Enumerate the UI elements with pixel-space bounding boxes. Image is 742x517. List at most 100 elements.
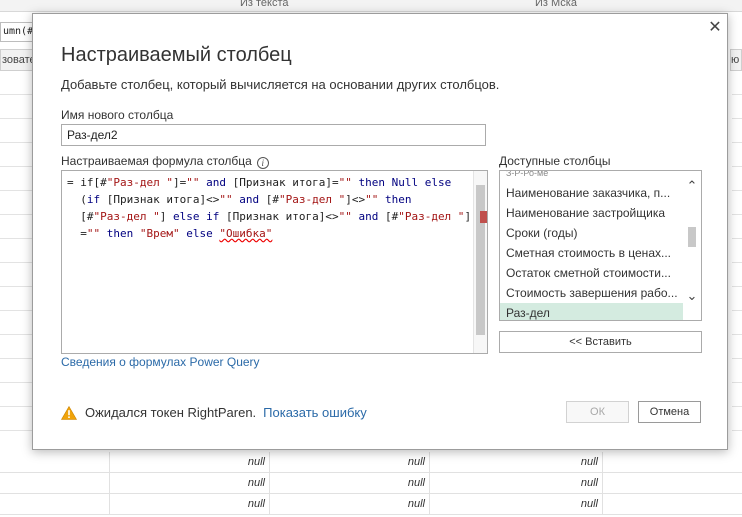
formula-bar-fragment[interactable]: umn(# <box>0 22 34 42</box>
formula-token: = <box>67 227 87 240</box>
formula-token: "" <box>86 227 101 240</box>
formula-help-link[interactable]: Сведения о формулах Power Query <box>61 355 260 369</box>
close-icon[interactable]: ✕ <box>705 18 725 38</box>
formula-token: ] <box>464 210 472 223</box>
formula-token: and <box>358 210 379 223</box>
list-item-partial[interactable]: З-Р-Ро-ме <box>500 171 683 183</box>
table-cell[interactable] <box>0 494 110 515</box>
formula-token: then <box>384 193 412 206</box>
grid-right <box>732 71 742 451</box>
formula-token: "" <box>338 176 352 189</box>
formula-token: [# <box>378 210 399 223</box>
formula-scrollbar[interactable] <box>473 171 487 353</box>
column-header-right[interactable]: ю <box>730 49 742 71</box>
formula-line[interactable]: [#"Раз-дел "] else if [Признак итога]<>"… <box>67 208 472 225</box>
formula-token: "" <box>219 193 233 206</box>
formula-token: if <box>206 210 220 223</box>
scroll-up-icon[interactable]: ⌃ <box>685 179 699 193</box>
error-token: "Ошибка" <box>219 227 273 240</box>
formula-token: "" <box>338 210 352 223</box>
formula-token: then <box>358 176 385 189</box>
table-cell[interactable]: null <box>110 494 270 515</box>
formula-label-text: Настраиваемая формула столбца <box>61 154 252 168</box>
dialog-title: Настраиваемый столбец <box>61 44 292 66</box>
table-row: null null null <box>0 473 742 494</box>
table-cell[interactable] <box>0 452 110 473</box>
dialog-subtitle: Добавьте столбец, который вычисляется на… <box>61 77 500 92</box>
list-item[interactable]: Наименование заказчика, п... <box>500 183 683 203</box>
formula-token: = if[# <box>67 176 107 189</box>
table-row: null null null <box>0 494 742 515</box>
available-columns-scrollbar[interactable]: ⌃ ⌄ <box>683 171 701 320</box>
error-marker <box>480 211 487 223</box>
formula-token: [# <box>259 193 279 206</box>
new-column-name-input[interactable] <box>61 124 486 146</box>
data-rows: null null null null null null null null … <box>0 452 742 515</box>
status-bar: Ожидался токен RightParen. Показать ошиб… <box>61 405 367 420</box>
insert-button[interactable]: << Вставить <box>499 331 702 353</box>
status-message: Ожидался токен RightParen. <box>85 405 257 420</box>
formula-code[interactable]: = if[#"Раз-дел "]="" and [Признак итога]… <box>62 174 472 242</box>
scroll-down-icon[interactable]: ⌄ <box>685 289 699 303</box>
new-column-label: Имя нового столбца <box>61 108 174 122</box>
cancel-button[interactable]: Отмена <box>638 401 701 423</box>
available-columns-items: Наименование заказчика, п... Наименование… <box>500 183 701 320</box>
formula-token: if <box>86 193 101 206</box>
formula-token: else <box>186 227 213 240</box>
formula-token: ]<> <box>345 193 366 206</box>
formula-token: Null <box>391 176 419 189</box>
available-scroll-thumb[interactable] <box>688 227 696 247</box>
formula-token: "Раз-дел " <box>106 176 173 189</box>
formula-token: ]= <box>172 176 187 189</box>
warning-icon <box>61 405 77 420</box>
ok-button[interactable]: ОК <box>566 401 629 423</box>
show-error-link[interactable]: Показать ошибку <box>263 405 367 420</box>
available-columns-list[interactable]: З-Р-Ро-ме Наименование заказчика, п... На… <box>499 170 702 321</box>
table-cell[interactable]: null <box>110 473 270 494</box>
formula-token <box>133 227 140 240</box>
available-columns-label: Доступные столбцы <box>499 154 611 168</box>
formula-line[interactable]: (if [Признак итога]<>"" and [#"Раз-дел "… <box>67 191 472 208</box>
table-row: null null null <box>0 452 742 473</box>
column-header-left[interactable]: зовате <box>0 49 34 71</box>
table-cell[interactable]: null <box>430 473 603 494</box>
formula-token <box>378 193 385 206</box>
formula-token: [Признак итога]<> <box>100 193 220 206</box>
formula-scroll-thumb[interactable] <box>476 185 485 335</box>
formula-line[interactable]: ="" then "Врем" else "Ошибка" <box>67 225 472 242</box>
formula-token: "Раз-дел " <box>398 210 465 223</box>
list-item[interactable]: Остаток сметной стоимости... <box>500 263 683 283</box>
formula-editor[interactable]: = if[#"Раз-дел "]="" and [Признак итога]… <box>61 170 488 354</box>
header-text-left: Из текста <box>240 0 289 9</box>
table-cell[interactable]: null <box>270 452 430 473</box>
formula-line[interactable]: = if[#"Раз-дел "]="" and [Признак итога]… <box>67 174 472 191</box>
list-item[interactable]: Раз-дел <box>500 303 683 320</box>
table-cell[interactable] <box>0 473 110 494</box>
formula-token: ] <box>159 210 173 223</box>
table-cell[interactable]: null <box>110 452 270 473</box>
table-cell[interactable]: null <box>270 473 430 494</box>
formula-token: "Раз-дел " <box>93 210 160 223</box>
formula-token: "" <box>365 193 379 206</box>
table-cell[interactable]: null <box>270 494 430 515</box>
formula-label: Настраиваемая формула столбца i <box>61 154 269 169</box>
list-item[interactable]: Стоимость завершения рабо... <box>500 283 683 303</box>
formula-token: [Признак итога]= <box>225 176 339 189</box>
formula-token <box>418 176 425 189</box>
header-text-right: Из Мска <box>535 0 577 9</box>
info-icon[interactable]: i <box>256 157 269 169</box>
formula-token: [# <box>67 210 94 223</box>
formula-token <box>385 176 392 189</box>
table-cell[interactable]: null <box>430 452 603 473</box>
formula-token: and <box>239 193 260 206</box>
formula-token: and <box>206 176 226 189</box>
formula-token: "" <box>186 176 200 189</box>
list-item[interactable]: Наименование застройщика <box>500 203 683 223</box>
formula-token: [Признак итога]<> <box>219 210 339 223</box>
table-cell[interactable]: null <box>430 494 603 515</box>
formula-token: "Раз-дел " <box>278 193 346 206</box>
list-item[interactable]: Сроки (годы) <box>500 223 683 243</box>
formula-token: else <box>424 176 452 189</box>
list-item[interactable]: Сметная стоимость в ценах... <box>500 243 683 263</box>
ribbon-edge: Из текста Из Мска <box>0 0 742 12</box>
